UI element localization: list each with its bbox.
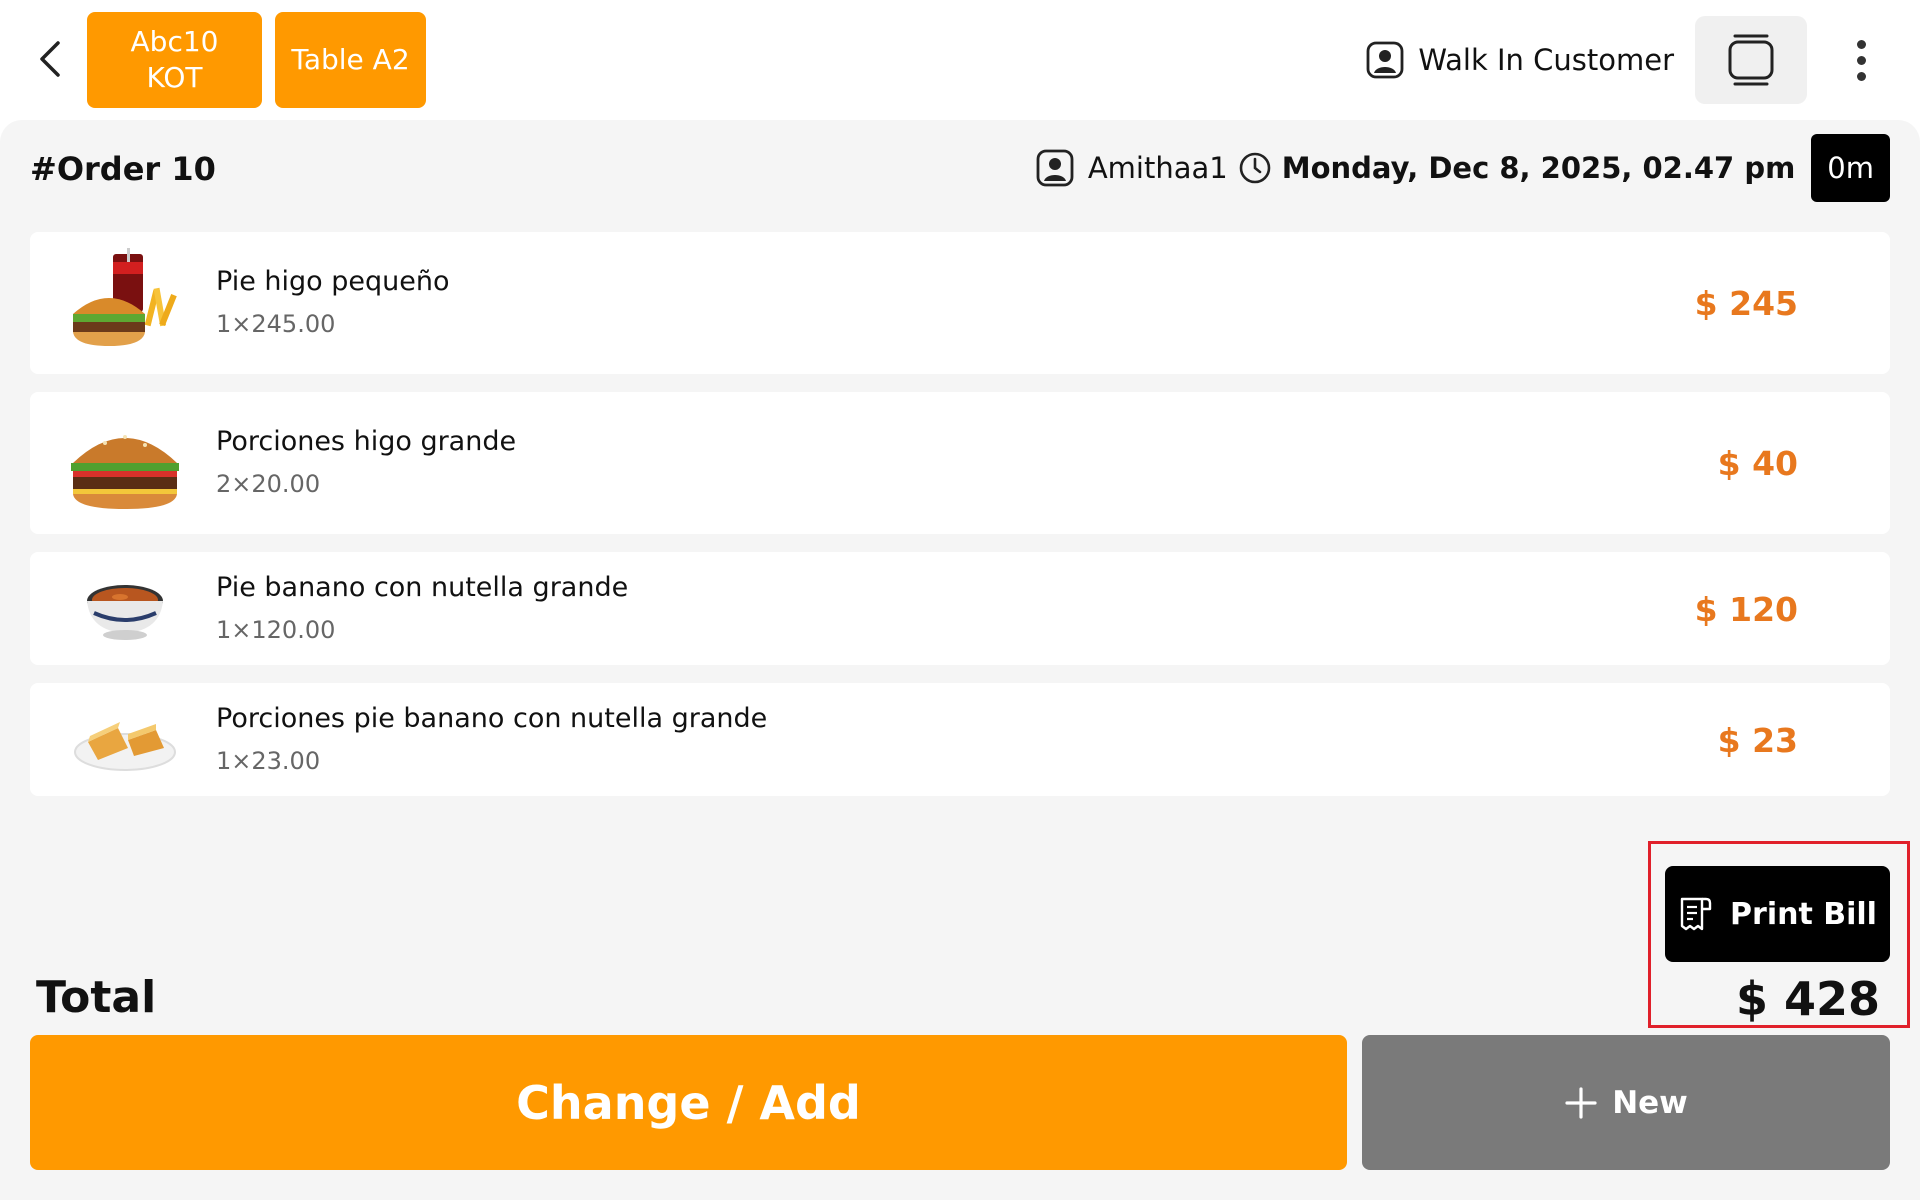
print-bill-label: Print Bill	[1730, 896, 1877, 932]
order-user: Amithaa1	[1036, 149, 1228, 187]
burger-image	[60, 408, 190, 518]
table-chip-label: Table A2	[291, 43, 410, 76]
soup-bowl-image	[60, 554, 190, 664]
kebab-dot-icon	[1856, 39, 1866, 49]
customer-name: Walk In Customer	[1418, 43, 1674, 77]
order-panel: #Order 10 Amithaa1 Monday, Dec 8, 2025, …	[0, 120, 1920, 1200]
order-item[interactable]: Porciones pie banano con nutella grande …	[30, 683, 1890, 796]
order-title: #Order 10	[30, 150, 216, 188]
order-datetime: Monday, Dec 8, 2025, 02.47 pm	[1281, 151, 1796, 185]
item-price: $ 40	[1717, 444, 1798, 483]
new-order-label: New	[1612, 1084, 1688, 1121]
total-label: Total	[36, 972, 157, 1023]
kot-chip-line2: KOT	[146, 61, 203, 94]
item-quantity: 2×20.00	[216, 470, 321, 498]
item-name: Porciones higo grande	[216, 426, 517, 457]
new-order-button[interactable]: New	[1362, 1035, 1890, 1170]
customer-selector[interactable]: Walk In Customer	[1366, 38, 1674, 82]
order-meta: Amithaa1 Monday, Dec 8, 2025, 02.47 pm 0…	[1036, 134, 1890, 202]
kot-chip[interactable]: Abc10 KOT	[87, 12, 262, 108]
change-add-button[interactable]: Change / Add	[30, 1035, 1347, 1170]
kebab-dot-icon	[1856, 55, 1866, 65]
more-options-button[interactable]	[1838, 32, 1884, 88]
clock-icon	[1239, 152, 1271, 184]
order-user-name: Amithaa1	[1087, 151, 1228, 185]
order-item[interactable]: Pie banano con nutella grande 1×120.00 $…	[30, 552, 1890, 665]
print-bill-button[interactable]: Print Bill	[1665, 866, 1890, 962]
order-time: Monday, Dec 8, 2025, 02.47 pm	[1238, 151, 1796, 185]
item-name: Porciones pie banano con nutella grande	[216, 703, 768, 734]
item-price: $ 245	[1694, 284, 1798, 323]
total-value: $ 428	[1735, 972, 1880, 1026]
item-quantity: 1×245.00	[216, 310, 336, 338]
back-button[interactable]	[30, 36, 70, 82]
user-avatar-icon	[1366, 41, 1404, 79]
kot-chip-line1: Abc10	[130, 25, 219, 58]
display-icon	[1728, 34, 1774, 86]
plus-icon	[1565, 1086, 1597, 1119]
elapsed-time-badge: 0m	[1811, 134, 1890, 202]
change-add-label: Change / Add	[516, 1075, 861, 1130]
item-name: Pie banano con nutella grande	[216, 572, 629, 603]
kebab-dot-icon	[1856, 71, 1866, 81]
customer-display-button[interactable]	[1695, 16, 1807, 104]
item-price: $ 120	[1694, 590, 1798, 629]
cake-plate-image	[60, 685, 190, 795]
item-quantity: 1×23.00	[216, 747, 321, 775]
top-bar: Abc10 KOT Table A2 Walk In Customer	[0, 0, 1920, 120]
user-avatar-icon	[1036, 149, 1074, 187]
item-quantity: 1×120.00	[216, 616, 336, 644]
item-name: Pie higo pequeño	[216, 266, 450, 297]
order-item[interactable]: Pie higo pequeño 1×245.00 $ 245	[30, 232, 1890, 374]
chevron-left-icon	[40, 41, 60, 77]
table-chip[interactable]: Table A2	[275, 12, 426, 108]
burger-combo-image	[60, 248, 190, 358]
order-item[interactable]: Porciones higo grande 2×20.00 $ 40	[30, 392, 1890, 534]
item-price: $ 23	[1717, 721, 1798, 760]
receipt-icon	[1680, 897, 1712, 931]
